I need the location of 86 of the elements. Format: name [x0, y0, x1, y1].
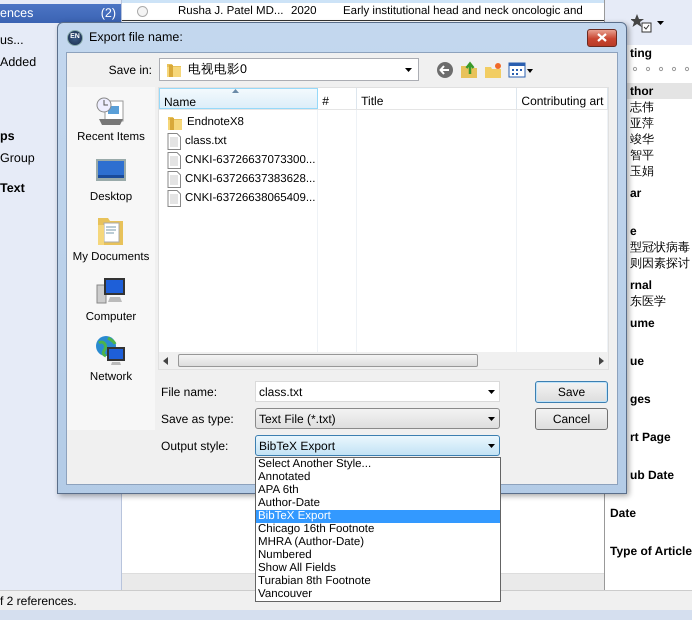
- window-title: Export file name:: [89, 29, 183, 46]
- up-folder-icon[interactable]: [460, 60, 478, 78]
- place-label[interactable]: Computer: [86, 310, 136, 324]
- view-menu-icon[interactable]: [508, 60, 534, 78]
- close-button[interactable]: [587, 28, 617, 46]
- field-label: Save in:: [108, 62, 153, 78]
- dropdown[interactable]: BibTeX Export: [255, 435, 500, 456]
- field-value: 玉娟: [629, 163, 655, 179]
- caret-icon: [405, 68, 412, 72]
- dropdown-option[interactable]: Author-Date: [256, 497, 500, 510]
- file-name[interactable]: EndnoteX8: [187, 114, 244, 132]
- sidebar-item[interactable]: Added: [0, 51, 36, 73]
- close-icon: [597, 33, 607, 42]
- field-value: 东医学: [629, 293, 667, 309]
- input-field[interactable]: class.txt: [255, 381, 500, 402]
- file-name[interactable]: CNKI-63726637073300...: [185, 152, 316, 170]
- field-label: e: [629, 223, 638, 239]
- field-label: Type of Article: [609, 543, 692, 559]
- field-value: 竣华: [629, 131, 655, 147]
- dropdown-option[interactable]: Show All Fields: [256, 562, 500, 575]
- text-file-icon: [167, 171, 181, 188]
- place-label[interactable]: Recent Items: [77, 130, 145, 144]
- text-file-icon: [167, 152, 181, 169]
- caret-icon: [488, 444, 495, 448]
- field-label: Date: [609, 505, 638, 521]
- field-value: 型冠状病毒: [629, 239, 691, 255]
- sidebar-item[interactable]: us...: [0, 29, 24, 51]
- dropdown-option[interactable]: Chicago 16th Footnote: [256, 523, 500, 536]
- field-label: ue: [629, 353, 646, 369]
- folder-dropdown[interactable]: 电视电影0: [159, 58, 419, 81]
- back-icon[interactable]: [436, 60, 454, 78]
- place-label[interactable]: Desktop: [90, 190, 132, 204]
- folder-icon: [167, 114, 183, 130]
- field-label: Output style:: [160, 438, 230, 454]
- field-label: ar: [629, 185, 642, 201]
- new-folder-icon[interactable]: [484, 60, 502, 78]
- field-label: ting: [629, 45, 653, 61]
- file-name[interactable]: CNKI-63726637383628...: [185, 170, 316, 188]
- text-file-icon: [167, 133, 181, 150]
- field-value: 亚萍: [629, 115, 655, 131]
- column-header[interactable]: #: [318, 88, 358, 109]
- field-label: Save as type:: [160, 410, 235, 428]
- style-icon[interactable]: [631, 12, 653, 34]
- column-header[interactable]: Contributing art: [517, 88, 608, 109]
- sidebar-item[interactable]: ences (2): [0, 4, 121, 23]
- text-file-icon: [167, 190, 181, 207]
- folder-icon: [166, 62, 182, 78]
- group-heading: Text: [0, 180, 25, 197]
- field-value: 志伟: [629, 99, 655, 115]
- sort-arrow-icon: [232, 89, 239, 93]
- field-value: 智平: [629, 147, 655, 163]
- field-label: ume: [629, 315, 656, 331]
- dropdown-option[interactable]: Select Another Style...: [256, 458, 500, 471]
- scroll-bar[interactable]: [159, 352, 608, 369]
- network-icon[interactable]: [95, 335, 127, 367]
- field-label: ub Date: [629, 467, 676, 483]
- dropdown-option[interactable]: Vancouver: [256, 588, 500, 601]
- table-cell-text: Early institutional head and neck oncologic and: [343, 4, 584, 19]
- field-label: File name:: [160, 384, 218, 400]
- dropdown-option[interactable]: Turabian 8th Footnote: [256, 575, 500, 588]
- group-heading: ps: [0, 128, 15, 145]
- field-label: rnal: [629, 277, 654, 293]
- place-label[interactable]: My Documents: [72, 250, 150, 264]
- caret-icon: [488, 390, 495, 394]
- dropdown[interactable]: Text File (*.txt): [255, 408, 500, 429]
- file-name[interactable]: CNKI-63726638065409...: [185, 190, 316, 208]
- place-label[interactable]: Network: [90, 370, 132, 384]
- dropdown-option[interactable]: APA 6th: [256, 484, 500, 497]
- radio-icon: [137, 6, 148, 17]
- caret-icon: [657, 20, 664, 24]
- dialog-button[interactable]: Cancel: [535, 408, 608, 430]
- column-header[interactable]: Name: [159, 88, 318, 109]
- file-name[interactable]: class.txt: [185, 132, 227, 150]
- field-label: ges: [629, 391, 652, 407]
- rating-dots[interactable]: [631, 65, 691, 73]
- field-label: rt Page: [629, 429, 672, 445]
- column-header[interactable]: Title: [357, 88, 518, 109]
- dropdown-option[interactable]: Numbered: [256, 549, 500, 562]
- table-cell-text: Rusha J. Patel MD...: [178, 4, 284, 19]
- dialog-button[interactable]: Save: [535, 381, 608, 403]
- sidebar-item[interactable]: Group: [0, 147, 35, 169]
- table-cell-text: 2020: [291, 4, 318, 19]
- dropdown-option[interactable]: MHRA (Author-Date): [256, 536, 500, 549]
- field-value: 则因素探讨: [629, 255, 691, 271]
- caret-icon: [488, 416, 495, 420]
- dropdown-option[interactable]: Annotated: [256, 471, 500, 484]
